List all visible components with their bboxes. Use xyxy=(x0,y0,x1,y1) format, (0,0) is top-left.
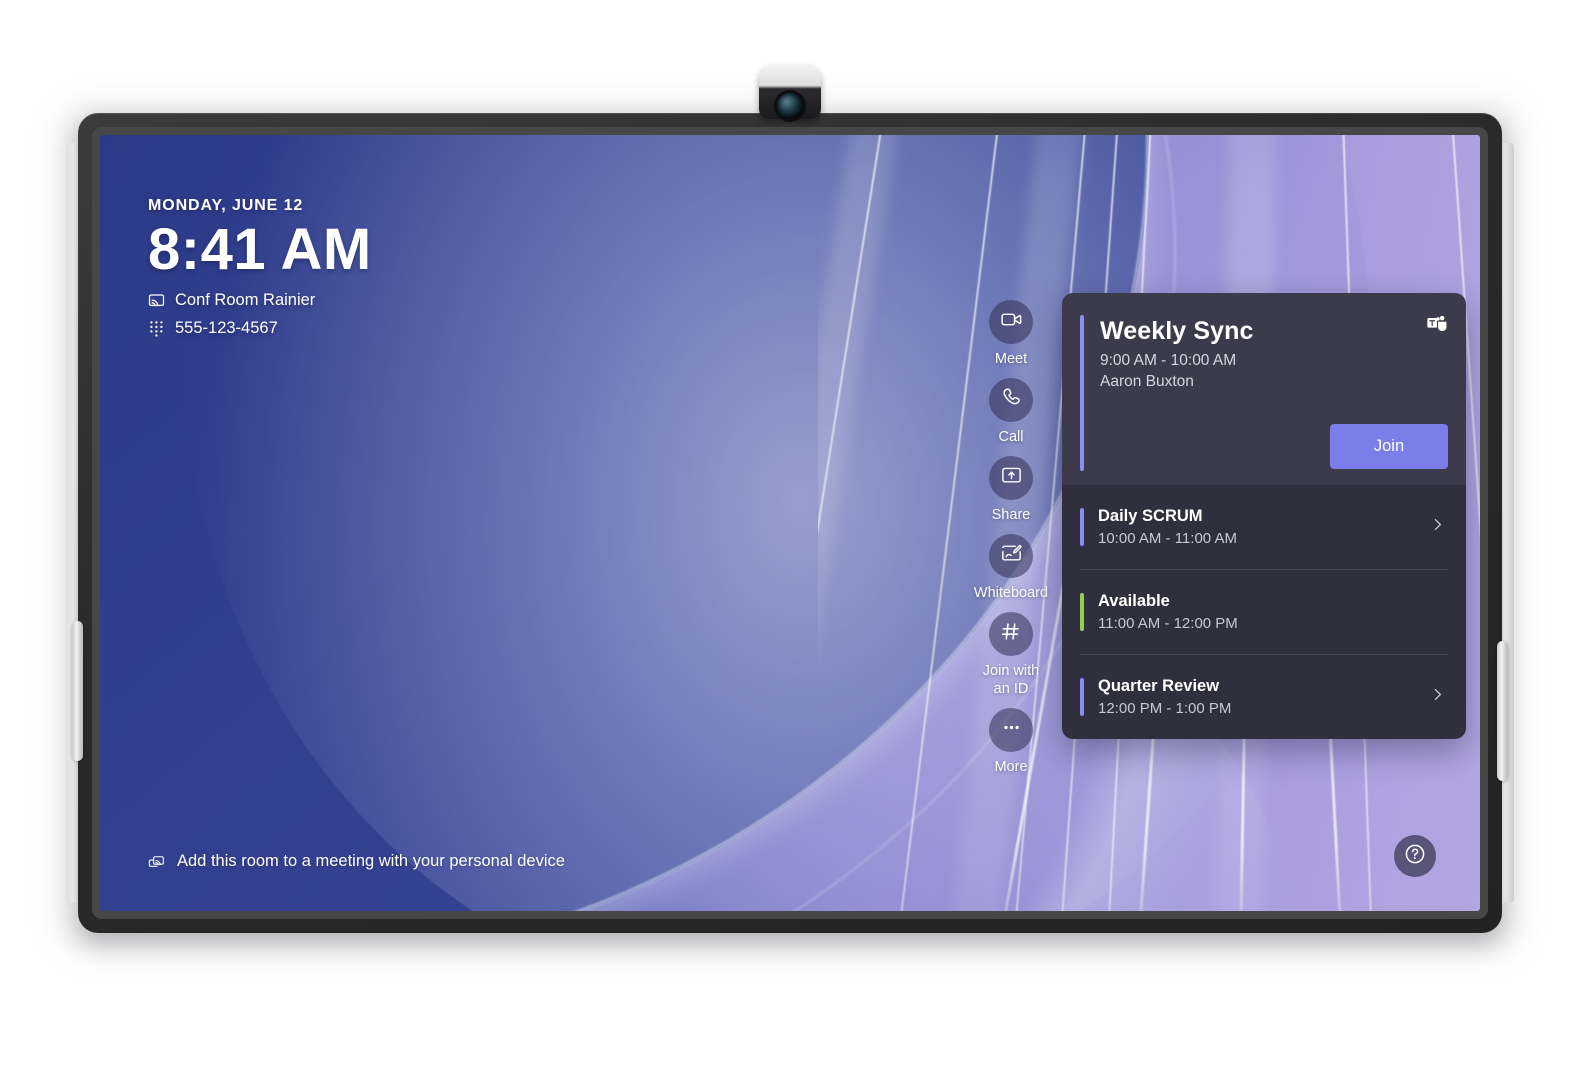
share-screen-up-arrow-icon xyxy=(1000,464,1023,492)
meet-button[interactable] xyxy=(989,300,1033,344)
action-join-with-id[interactable]: Join with an ID xyxy=(983,612,1039,697)
item-accent-bar xyxy=(1080,593,1084,631)
help-button[interactable] xyxy=(1394,835,1436,877)
action-meet[interactable]: Meet xyxy=(989,300,1033,368)
list-item[interactable]: Available 11:00 AM - 12:00 PM xyxy=(1080,570,1448,655)
phone-number-row: 555-123-4567 xyxy=(148,319,372,338)
more-button[interactable] xyxy=(989,707,1033,752)
item-title: Available xyxy=(1098,592,1170,610)
item-time: 10:00 AM - 11:00 AM xyxy=(1098,530,1237,547)
item-time: 11:00 AM - 12:00 PM xyxy=(1098,615,1238,632)
join-with-id-button[interactable] xyxy=(988,612,1033,657)
meeting-details: Weekly Sync 9:00 AM - 10:00 AM Aaron Bux… xyxy=(1100,317,1444,391)
cast-to-room-icon xyxy=(148,853,165,870)
display-screen: MONDAY, JUNE 12 8:41 AM Conf Room Rainie… xyxy=(100,135,1480,911)
meeting-time: 9:00 AM - 10:00 AM xyxy=(1100,352,1237,369)
hash-number-icon xyxy=(999,620,1022,648)
meeting-accent-bar xyxy=(1080,315,1084,471)
action-whiteboard[interactable]: Whiteboard xyxy=(974,534,1048,602)
chevron-right-icon[interactable] xyxy=(1429,516,1446,538)
item-title: Quarter Review xyxy=(1098,677,1220,695)
call-button[interactable] xyxy=(989,378,1033,423)
phone-number-label: 555-123-4567 xyxy=(175,318,278,337)
microsoft-teams-icon xyxy=(1426,313,1448,335)
item-accent-bar xyxy=(1080,508,1084,546)
action-label: Share xyxy=(991,507,1031,524)
chevron-right-icon[interactable] xyxy=(1429,686,1446,708)
agenda-list: Daily SCRUM 10:00 AM - 11:00 AM Availabl… xyxy=(1062,485,1466,739)
action-rail: Meet Call Share Whiteboard Join with an … xyxy=(955,300,1067,786)
camera-lens xyxy=(777,93,803,119)
whiteboard-button[interactable] xyxy=(989,534,1033,579)
item-text: Available 11:00 AM - 12:00 PM xyxy=(1098,592,1448,632)
item-accent-bar xyxy=(1080,678,1084,716)
meeting-title: Weekly Sync xyxy=(1100,317,1254,345)
video-camera-icon xyxy=(1000,308,1023,336)
cast-screen-icon xyxy=(148,292,165,309)
action-label: Call xyxy=(998,429,1024,446)
date-label: MONDAY, JUNE 12 xyxy=(148,197,304,214)
phone-handset-icon xyxy=(1000,386,1023,414)
teams-room-display-device: MONDAY, JUNE 12 8:41 AM Conf Room Rainie… xyxy=(64,65,1516,949)
room-name-label: Conf Room Rainier xyxy=(175,290,316,309)
meeting-organizer: Aaron Buxton xyxy=(1100,373,1194,390)
agenda-panel: Weekly Sync 9:00 AM - 10:00 AM Aaron Bux… xyxy=(1062,293,1466,739)
list-item[interactable]: Daily SCRUM 10:00 AM - 11:00 AM xyxy=(1080,485,1448,570)
next-meeting-card[interactable]: Weekly Sync 9:00 AM - 10:00 AM Aaron Bux… xyxy=(1062,293,1466,485)
item-text: Daily SCRUM 10:00 AM - 11:00 AM xyxy=(1098,507,1429,547)
whiteboard-pen-icon xyxy=(1000,542,1023,570)
add-room-hint-label: Add this room to a meeting with your per… xyxy=(177,852,565,870)
conference-camera-icon xyxy=(759,65,821,119)
stylus-pen-icon[interactable] xyxy=(1497,641,1508,781)
list-item[interactable]: Quarter Review 12:00 PM - 1:00 PM xyxy=(1080,655,1448,739)
item-text: Quarter Review 12:00 PM - 1:00 PM xyxy=(1098,677,1429,717)
action-label: Whiteboard xyxy=(973,585,1049,602)
action-call[interactable]: Call xyxy=(989,378,1033,446)
action-more[interactable]: More xyxy=(989,707,1033,776)
item-title: Daily SCRUM xyxy=(1098,507,1203,525)
action-share[interactable]: Share xyxy=(989,456,1033,524)
action-label: Join with an ID xyxy=(982,663,1040,697)
dialpad-icon xyxy=(148,320,165,337)
add-room-hint[interactable]: Add this room to a meeting with your per… xyxy=(148,852,565,871)
time-label: 8:41 AM xyxy=(148,217,372,282)
help-question-icon xyxy=(1403,842,1427,871)
item-time: 12:00 PM - 1:00 PM xyxy=(1098,700,1232,717)
action-label: More xyxy=(994,758,1028,775)
share-button[interactable] xyxy=(989,456,1033,501)
action-label: Meet xyxy=(994,351,1028,367)
ellipsis-more-icon xyxy=(1000,716,1023,744)
room-name-row: Conf Room Rainier xyxy=(148,291,372,310)
join-button[interactable]: Join xyxy=(1330,424,1448,469)
clock-block: MONDAY, JUNE 12 8:41 AM Conf Room Rainie… xyxy=(148,197,372,338)
stylus-pen-icon[interactable] xyxy=(72,621,83,761)
